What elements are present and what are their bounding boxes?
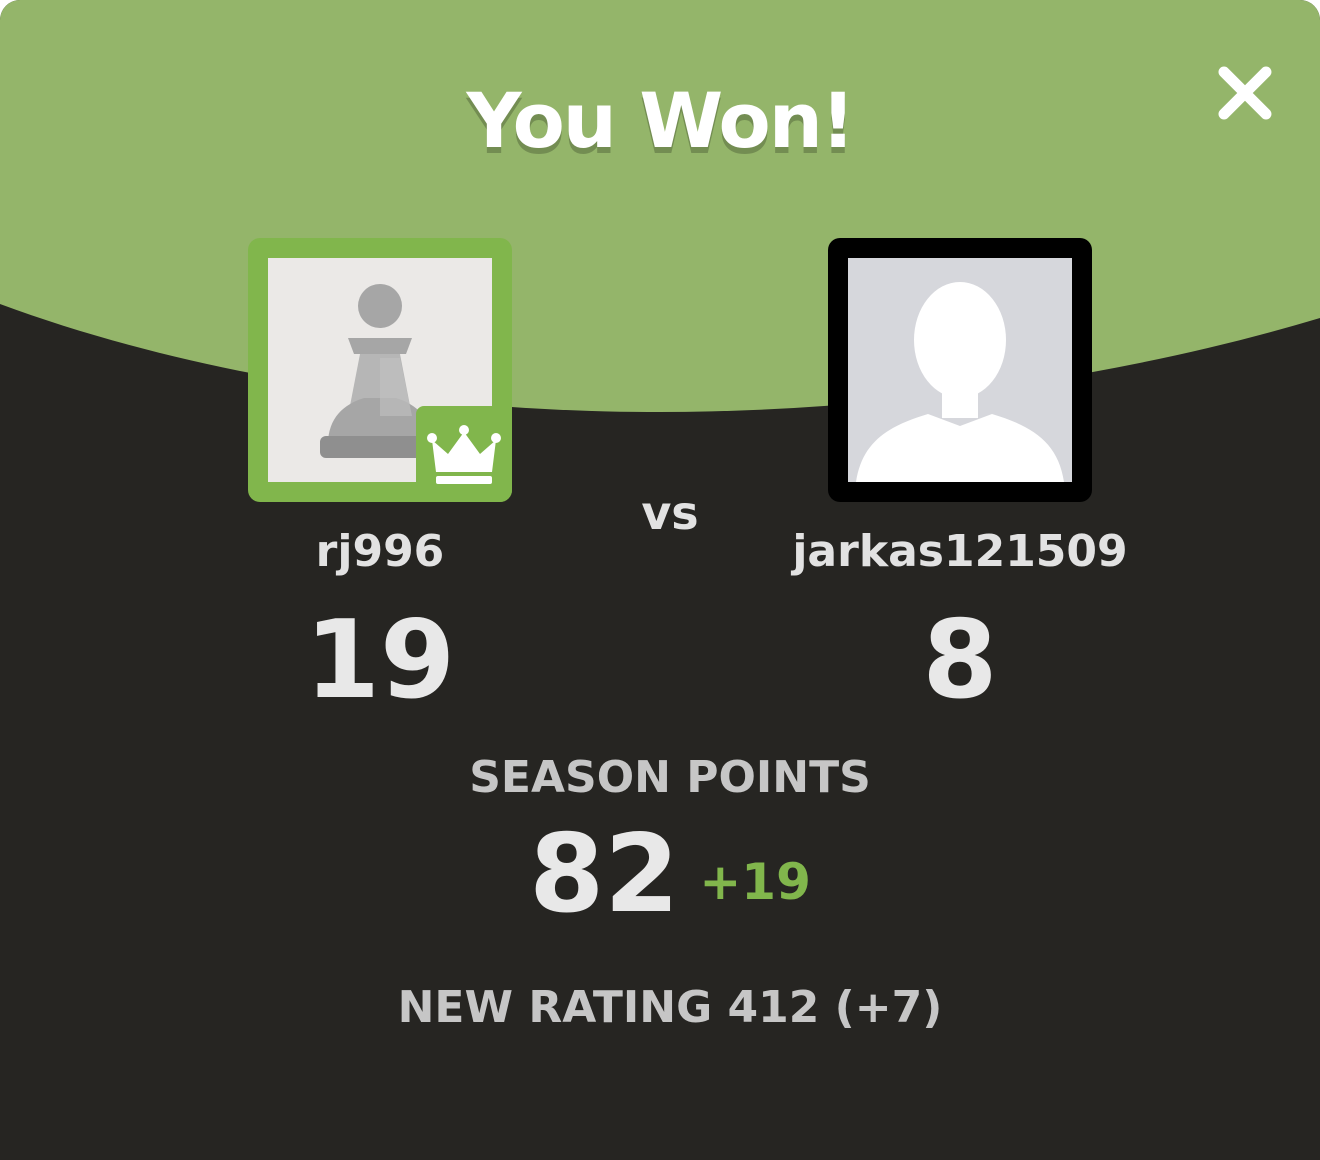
default-user-silhouette-icon: [856, 282, 1064, 482]
player-username-right[interactable]: jarkas121509: [760, 526, 1160, 577]
player-score-left: 19: [304, 598, 456, 723]
close-icon[interactable]: [1212, 60, 1278, 126]
close-button[interactable]: [1212, 60, 1278, 126]
season-points-delta: +19: [699, 853, 811, 911]
season-points-row: 82 +19: [360, 812, 980, 937]
new-rating-text: NEW RATING 412 (+7): [397, 982, 943, 1033]
game-over-modal: You Won! vs rj996 jarkas121509 19 8 SEAS…: [0, 0, 1320, 1160]
versus-label: vs: [641, 486, 699, 540]
player-username-left[interactable]: rj996: [200, 526, 560, 577]
crown-icon: [427, 425, 501, 484]
player-score-right: 8: [922, 598, 998, 723]
avatar-right-image: [848, 258, 1072, 482]
header-background: [0, 0, 1320, 412]
result-title: You Won!: [466, 76, 856, 165]
season-points-value: 82: [529, 812, 680, 937]
winner-badge: [416, 406, 512, 502]
player-avatar-right[interactable]: [828, 238, 1092, 502]
season-points-label: SEASON POINTS: [469, 752, 871, 803]
